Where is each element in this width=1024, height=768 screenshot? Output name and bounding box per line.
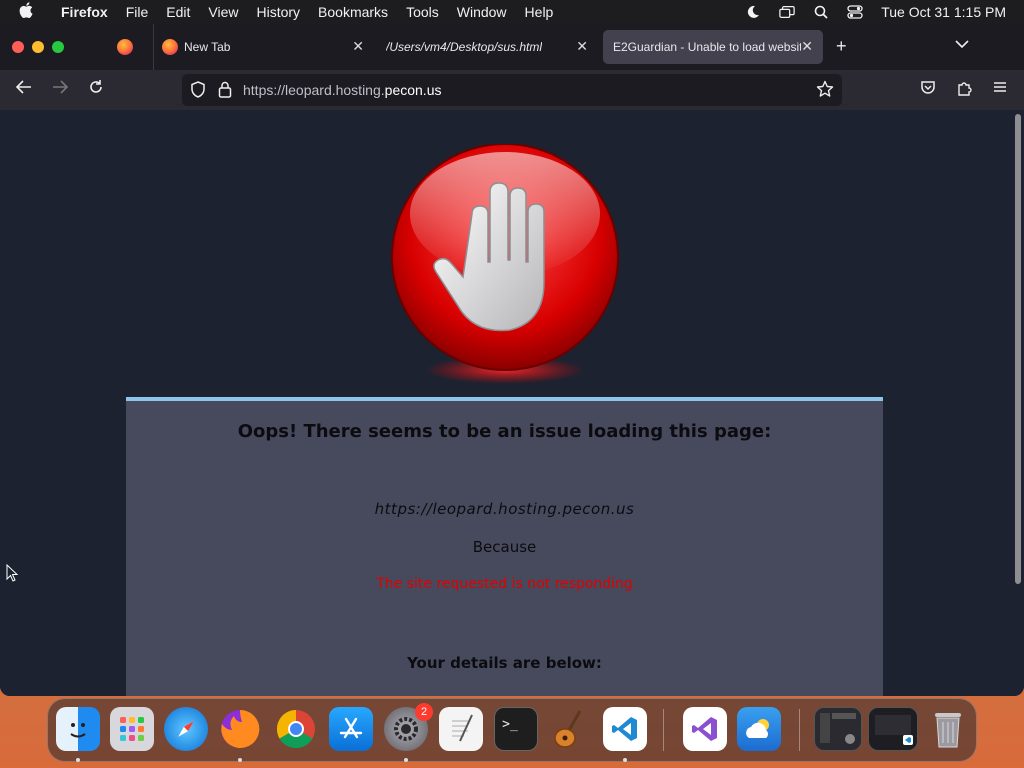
menu-app-name[interactable]: Firefox [52,4,117,20]
address-bar[interactable]: https://leopard.hosting.pecon.us [182,74,842,106]
tab-new-tab[interactable]: New Tab ✕ [152,30,374,64]
scrollbar-thumb[interactable] [1015,114,1021,584]
browser-window: New Tab ✕ /Users/vm4/Desktop/sus.html ✕ … [0,24,1024,696]
garageband-guitar-icon[interactable] [548,707,592,751]
tab-close-icon[interactable]: ✕ [576,38,588,55]
chrome-icon[interactable] [274,707,318,751]
finder-icon[interactable] [56,707,100,751]
mouse-pointer-icon [6,564,18,582]
tracking-protection-shield-icon[interactable] [190,81,206,103]
stop-hand-icon [391,144,619,384]
menu-edit[interactable]: Edit [157,4,199,20]
menu-window[interactable]: Window [448,4,516,20]
weather-icon[interactable] [737,707,781,751]
menu-tools[interactable]: Tools [397,4,448,20]
notification-badge: 2 [415,703,433,721]
pocket-icon[interactable] [920,80,936,101]
running-indicator [238,758,242,762]
safari-icon[interactable] [164,707,208,751]
reload-icon[interactable] [85,79,107,100]
menu-history[interactable]: History [247,4,309,20]
spotlight-search-icon[interactable] [813,5,829,19]
vscode-icon[interactable] [603,707,647,751]
dock: 2 >_ [47,698,977,762]
bookmark-star-icon[interactable] [816,80,834,103]
page-scrollbar[interactable] [1012,110,1024,696]
minimized-window-thumbnail[interactable] [814,707,862,751]
page-content: Oops! There seems to be an issue loading… [0,110,1012,696]
dock-separator [663,709,664,751]
tab-close-icon[interactable]: ✕ [352,38,364,55]
menu-bookmarks[interactable]: Bookmarks [309,4,397,20]
tab-sus-html[interactable]: /Users/vm4/Desktop/sus.html ✕ [376,30,598,64]
firefox-app-icon[interactable] [218,707,262,751]
visual-studio-icon[interactable] [683,707,727,751]
details-heading: Your details are below: [407,654,602,672]
lock-icon[interactable] [218,81,232,103]
launchpad-icon[interactable] [110,707,154,751]
error-title: Oops! There seems to be an issue loading… [237,421,772,442]
firefox-icon [162,39,178,55]
running-indicator [404,758,408,762]
block-reason: The site requested is not responding [376,576,633,592]
tab-label: E2Guardian - Unable to load website [613,40,801,54]
menu-bar: Firefox File Edit View History Bookmarks… [0,0,1024,24]
running-indicator [76,758,80,762]
because-label: Because [472,538,537,556]
back-arrow-icon[interactable] [13,79,35,100]
terminal-icon[interactable]: >_ [494,707,538,751]
moon-icon[interactable] [745,5,761,19]
error-card: Oops! There seems to be an issue loading… [126,397,883,696]
url-text[interactable]: https://leopard.hosting.pecon.us [243,82,441,98]
hamburger-menu-icon[interactable] [992,80,1008,99]
pinned-tab-firefox[interactable] [96,24,154,70]
window-controls [0,41,90,53]
menu-view[interactable]: View [199,4,247,20]
trash-icon[interactable] [926,707,970,751]
dock-separator [799,709,800,751]
tab-e2guardian[interactable]: E2Guardian - Unable to load website ✕ [603,30,823,64]
tab-label: /Users/vm4/Desktop/sus.html [386,40,543,54]
blocked-url: https://leopard.hosting.pecon.us [374,500,635,518]
firefox-icon [116,39,133,55]
menubar-clock[interactable]: Tue Oct 31 1:15 PM [881,4,1006,20]
textedit-icon[interactable] [439,707,483,751]
screen-mirroring-icon[interactable] [779,5,795,19]
menu-file[interactable]: File [117,4,158,20]
navigation-toolbar: https://leopard.hosting.pecon.us [0,70,1024,110]
extensions-puzzle-icon[interactable] [956,80,972,101]
window-zoom-button[interactable] [52,41,64,53]
menu-help[interactable]: Help [516,4,563,20]
tab-bar: New Tab ✕ /Users/vm4/Desktop/sus.html ✕ … [0,24,1024,70]
forward-arrow-icon[interactable] [49,79,71,100]
window-minimize-button[interactable] [32,41,44,53]
new-tab-button[interactable]: + [836,36,847,57]
minimized-vscode-thumbnail[interactable] [868,707,918,751]
tab-close-icon[interactable]: ✕ [801,38,813,55]
running-indicator [623,758,627,762]
app-store-icon[interactable] [329,707,373,751]
window-close-button[interactable] [12,41,24,53]
apple-menu-icon[interactable] [0,2,52,22]
control-center-icon[interactable] [847,5,863,19]
tab-label: New Tab [184,40,231,54]
list-all-tabs-icon[interactable] [955,36,969,52]
